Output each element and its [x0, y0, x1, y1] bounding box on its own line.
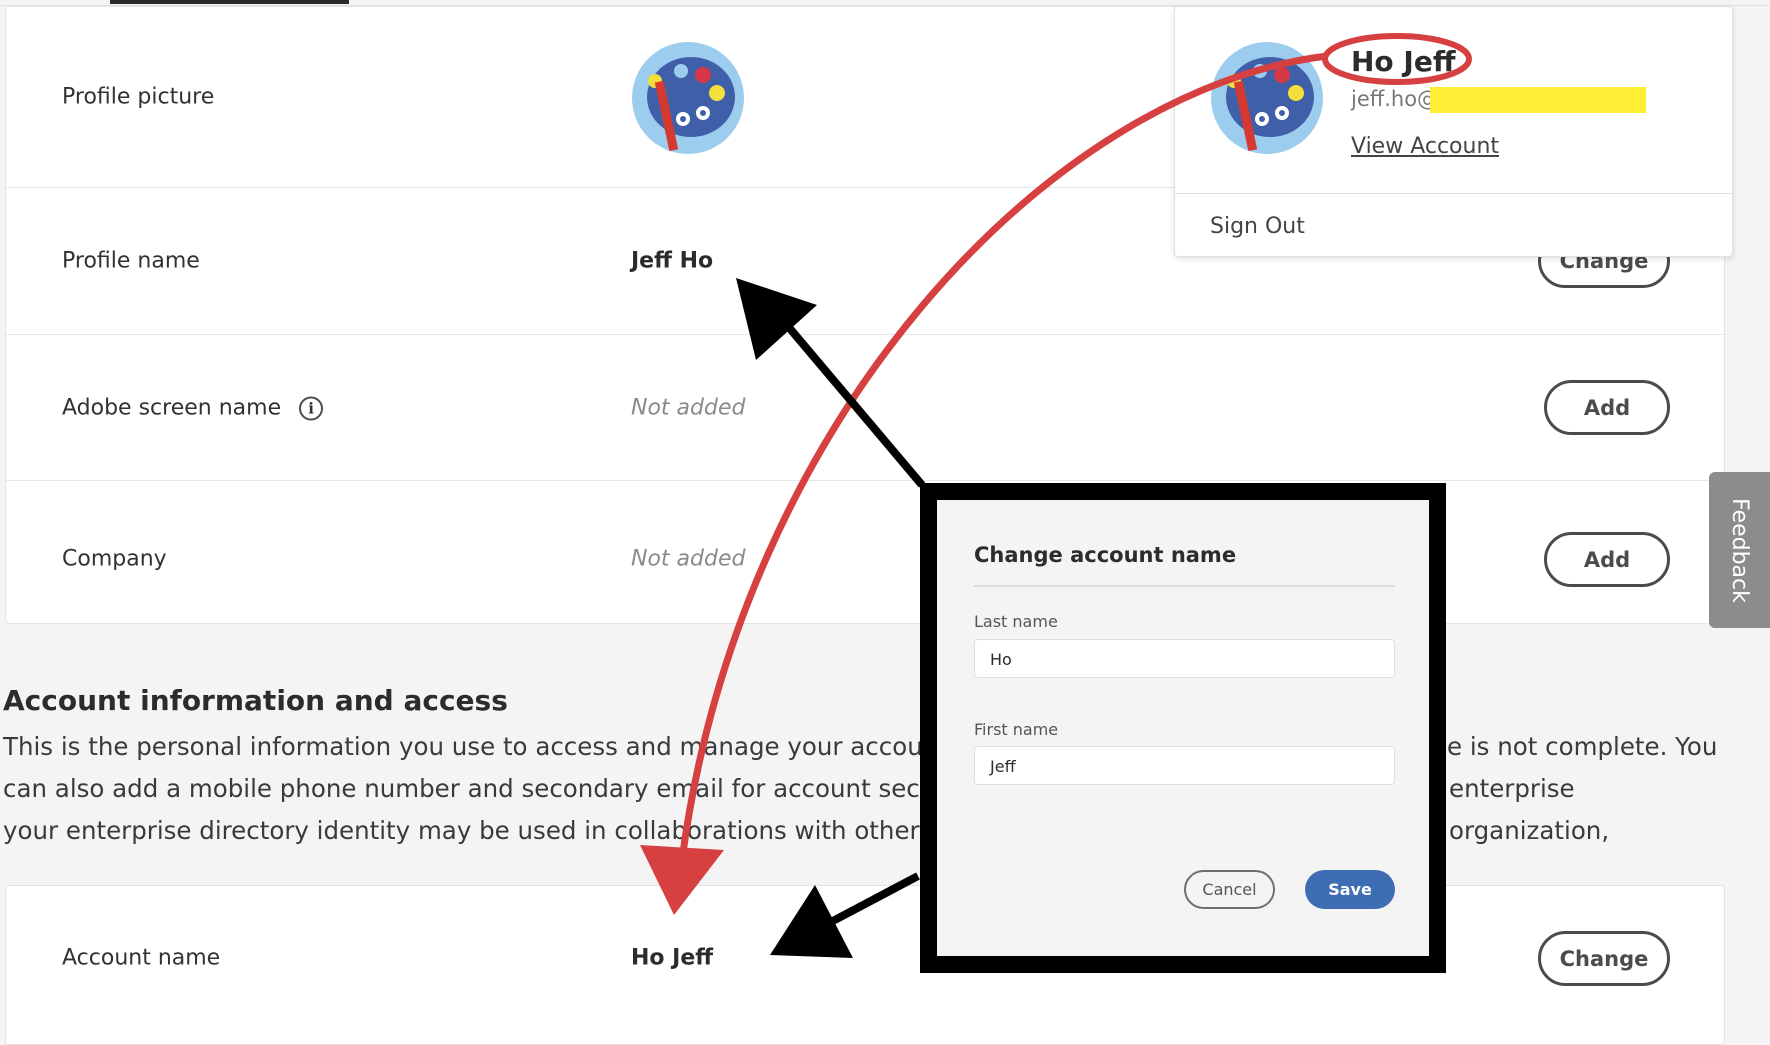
desc-line: can also add a mobile phone number and s… — [3, 774, 1002, 803]
screen-name-value: Not added — [631, 395, 746, 421]
last-name-input[interactable]: Ho — [974, 639, 1395, 678]
feedback-tab[interactable]: Feedback — [1709, 472, 1770, 628]
row-company: Company Not added Add — [6, 481, 1724, 625]
desc-line: e is not complete. You — [1447, 732, 1718, 761]
divider — [974, 585, 1395, 587]
account-dropdown: Ho Jeff jeff.ho@ View Account Sign Out — [1174, 6, 1733, 257]
desc-line: your enterprise directory identity may b… — [3, 816, 997, 845]
row-screen-name: Adobe screen name i Not added Add — [6, 335, 1724, 481]
row-label: Company — [62, 546, 167, 572]
avatar — [1211, 42, 1323, 154]
change-account-name-dialog: Change account name Last name Ho First n… — [920, 483, 1446, 973]
add-company-button[interactable]: Add — [1544, 532, 1670, 587]
account-name-value: Ho Jeff — [631, 945, 714, 971]
view-account-link[interactable]: View Account — [1351, 134, 1499, 159]
row-label: Profile name — [62, 248, 200, 274]
first-name-label: First name — [974, 720, 1059, 739]
feedback-label: Feedback — [1727, 497, 1752, 603]
redaction-highlight — [1430, 87, 1646, 113]
dropdown-user-name: Ho Jeff — [1351, 45, 1456, 78]
row-label: Account name — [62, 945, 221, 971]
info-icon[interactable]: i — [299, 396, 324, 421]
desc-line: This is the personal information you use… — [3, 732, 1009, 761]
dropdown-email: jeff.ho@ — [1351, 87, 1439, 111]
avatar[interactable] — [631, 41, 745, 155]
first-name-input[interactable]: Jeff — [974, 746, 1395, 785]
account-card: Account name Ho Jeff Change — [5, 885, 1725, 1045]
section-heading: Account information and access — [3, 684, 508, 717]
last-name-label: Last name — [974, 612, 1058, 631]
dialog-title: Change account name — [974, 543, 1237, 567]
save-button[interactable]: Save — [1305, 870, 1395, 909]
cancel-button[interactable]: Cancel — [1184, 870, 1275, 909]
sign-out-link[interactable]: Sign Out — [1210, 214, 1305, 239]
add-screen-name-button[interactable]: Add — [1544, 380, 1670, 435]
divider — [1175, 193, 1732, 194]
company-value: Not added — [631, 546, 746, 572]
row-label: Profile picture — [62, 84, 215, 110]
active-tab-indicator — [110, 0, 349, 4]
row-label: Adobe screen name i — [62, 395, 324, 421]
section-description: This is the personal information you use… — [3, 726, 1723, 852]
profile-name-value: Jeff Ho — [631, 248, 714, 274]
row-label-text: Adobe screen name — [62, 395, 282, 421]
change-account-name-button[interactable]: Change — [1538, 931, 1670, 986]
